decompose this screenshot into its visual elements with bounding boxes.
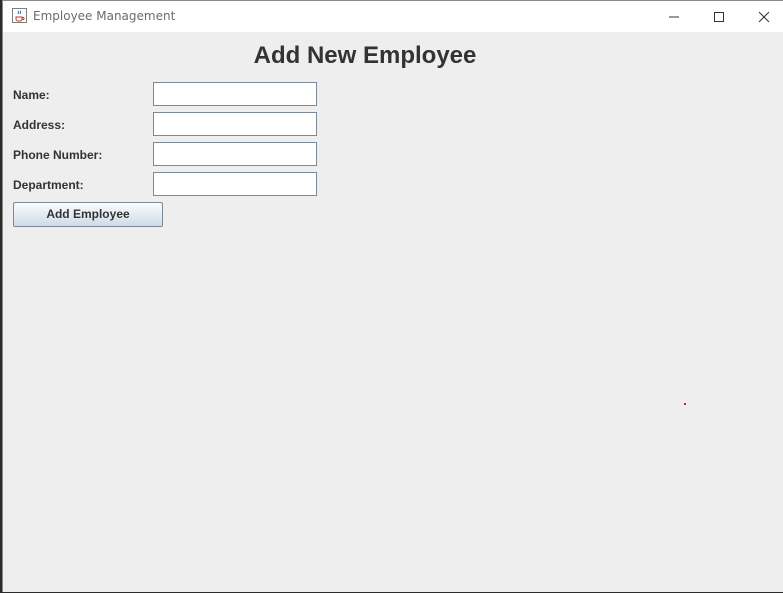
app-window: Employee Management Add New Employee Nam… [2,0,783,592]
minimize-button[interactable] [651,1,697,32]
maximize-button[interactable] [696,1,742,32]
title-bar[interactable]: Employee Management [3,1,783,32]
address-field[interactable] [153,112,317,136]
phone-number-label: Phone Number: [13,148,103,162]
address-label: Address: [13,118,66,132]
java-cup-icon [12,8,27,23]
page-title: Add New Employee [253,42,477,69]
window-title: Employee Management [33,9,176,23]
add-employee-button[interactable]: Add Employee [13,202,163,227]
name-label: Name: [13,88,50,102]
department-field[interactable] [153,172,317,196]
close-icon [758,11,770,22]
content-panel: Add New Employee Name: Address: Phone Nu… [3,32,783,593]
maximize-icon [714,11,724,22]
close-button[interactable] [741,1,783,32]
stray-pixel [684,403,686,405]
name-field[interactable] [153,82,317,106]
minimize-icon [669,16,679,17]
phone-number-field[interactable] [153,142,317,166]
department-label: Department: [13,178,84,192]
